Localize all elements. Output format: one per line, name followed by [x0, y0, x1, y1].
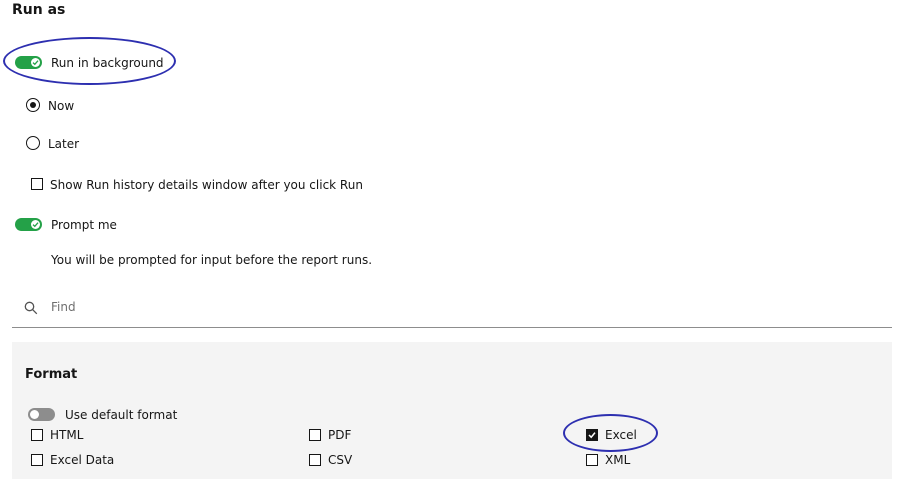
show-history-checkbox[interactable] [31, 178, 43, 190]
show-history-label: Show Run history details window after yo… [50, 178, 363, 192]
prompt-me-description: You will be prompted for input before th… [51, 253, 373, 267]
format-xml-checkbox[interactable] [586, 454, 598, 466]
format-title: Format [25, 367, 78, 382]
toggle-knob [30, 410, 39, 419]
annotation-ellipse-run-in-background [3, 37, 176, 85]
format-excel-data-label: Excel Data [50, 453, 115, 467]
search-icon [24, 300, 38, 315]
format-html-checkbox[interactable] [31, 429, 43, 441]
use-default-format-label: Use default format [65, 408, 178, 422]
search-underline [12, 327, 892, 328]
radio-now-label: Now [48, 99, 75, 113]
annotation-ellipse-excel [563, 414, 658, 452]
format-csv-label: CSV [328, 453, 353, 467]
radio-later[interactable] [26, 136, 40, 150]
format-pdf-checkbox[interactable] [309, 429, 321, 441]
use-default-format-toggle[interactable] [28, 408, 55, 421]
prompt-me-toggle[interactable] [15, 218, 42, 231]
format-xml-label: XML [605, 453, 631, 467]
radio-dot [30, 102, 36, 108]
prompt-me-label: Prompt me [51, 218, 117, 232]
format-excel-data-checkbox[interactable] [31, 454, 43, 466]
checkmark-icon [32, 222, 39, 228]
format-html-label: HTML [50, 428, 84, 442]
format-pdf-label: PDF [328, 428, 352, 442]
radio-later-label: Later [48, 137, 80, 151]
search-input[interactable]: Find [51, 300, 76, 314]
format-csv-checkbox[interactable] [309, 454, 321, 466]
toggle-knob [31, 220, 40, 229]
page-title: Run as [12, 2, 66, 18]
radio-now[interactable] [26, 98, 40, 112]
